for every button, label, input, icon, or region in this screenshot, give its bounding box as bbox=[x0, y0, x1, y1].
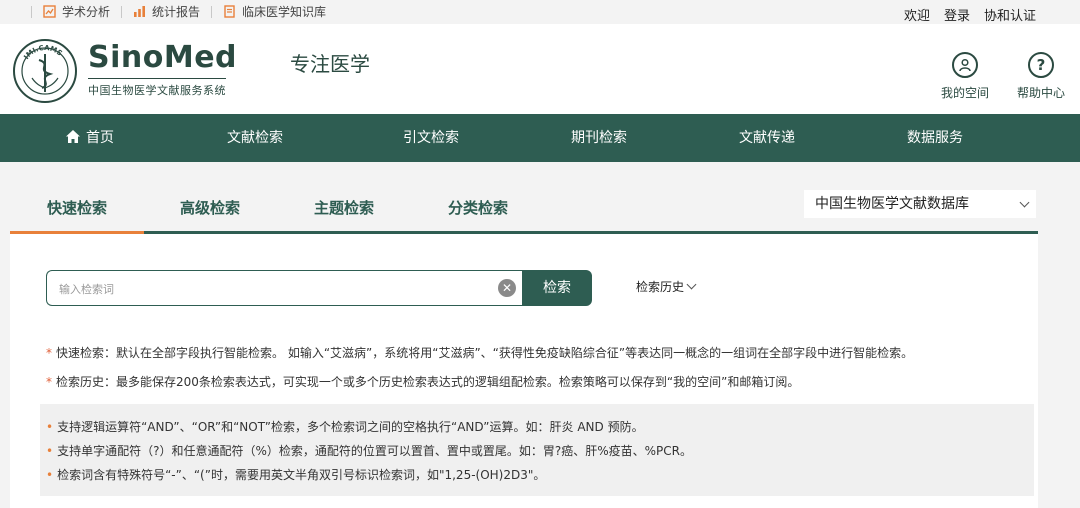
nav-item-journal[interactable]: 期刊检索 bbox=[571, 114, 627, 162]
bullet-icon: • bbox=[46, 444, 54, 458]
note-text: 检索历史：最多能保存200条检索表达式，可实现一个或多个历史检索表达式的逻辑组配… bbox=[56, 375, 800, 389]
search-button[interactable]: 检索 bbox=[522, 270, 592, 306]
divider bbox=[88, 78, 226, 79]
tip-text: 检索词含有特殊符号“-”、“(”时，需要用英文半角双引号标识检索词，如"1,25… bbox=[57, 468, 546, 482]
search-box: ✕ bbox=[46, 270, 524, 306]
bullet-icon: • bbox=[46, 420, 54, 434]
tip-item: • 检索词含有特殊符号“-”、“(”时，需要用英文半角双引号标识检索词，如"1,2… bbox=[46, 466, 545, 483]
nav-item-citation[interactable]: 引文检索 bbox=[403, 114, 459, 162]
home-icon bbox=[66, 130, 80, 143]
note-search-history: * 检索历史：最多能保存200条检索表达式，可实现一个或多个历史检索表达式的逻辑组… bbox=[46, 373, 799, 390]
document-icon bbox=[224, 5, 235, 18]
nav-item-delivery[interactable]: 文献传递 bbox=[739, 114, 795, 162]
database-select-value: 中国生物医学文献数据库 bbox=[815, 196, 969, 212]
brand-name: SinoMed bbox=[88, 40, 238, 75]
chevron-down-icon bbox=[686, 279, 697, 290]
help-center-label: 帮助中心 bbox=[1016, 86, 1065, 100]
tab-quick-search[interactable]: 快速检索 bbox=[10, 186, 144, 234]
statistics-report-link[interactable]: 统计报告 bbox=[133, 3, 200, 20]
svg-text:IMI.CAMS: IMI.CAMS bbox=[22, 44, 63, 61]
academic-analysis-link[interactable]: 学术分析 bbox=[43, 3, 110, 20]
nav-item-data-service[interactable]: 数据服务 bbox=[907, 114, 963, 162]
tip-text: 支持逻辑运算符“AND”、“OR”和“NOT”检索，多个检索词之间的空格执行“A… bbox=[57, 420, 644, 434]
academic-analysis-label: 学术分析 bbox=[62, 5, 111, 19]
clear-icon[interactable]: ✕ bbox=[498, 279, 516, 297]
tip-item: • 支持逻辑运算符“AND”、“OR”和“NOT”检索，多个检索词之间的空格执行“… bbox=[46, 418, 644, 435]
asterisk-icon: * bbox=[46, 375, 52, 389]
statistics-report-label: 统计报告 bbox=[152, 5, 201, 19]
nav-item-literature[interactable]: 文献检索 bbox=[227, 114, 283, 162]
login-link[interactable]: 登录 bbox=[944, 5, 970, 24]
search-history-toggle[interactable]: 检索历史 bbox=[636, 278, 697, 295]
nav-item-home[interactable]: 首页 bbox=[66, 114, 114, 162]
user-icon bbox=[952, 52, 978, 78]
help-icon: ? bbox=[1028, 52, 1054, 78]
top-links: 学术分析 统计报告 临床医学知识库 bbox=[20, 3, 326, 20]
search-tips-box: • 支持逻辑运算符“AND”、“OR”和“NOT”检索，多个检索词之间的空格执行“… bbox=[40, 404, 1034, 496]
main-nav: 首页 文献检索 引文检索 期刊检索 文献传递 数据服务 bbox=[0, 114, 1080, 162]
union-auth-link[interactable]: 协和认证 bbox=[984, 5, 1036, 24]
search-history-label: 检索历史 bbox=[636, 280, 685, 294]
tab-advanced-search[interactable]: 高级检索 bbox=[143, 186, 277, 231]
chevron-down-icon bbox=[1019, 197, 1030, 208]
my-space-button[interactable]: 我的空间 bbox=[935, 52, 995, 101]
nav-item-label: 首页 bbox=[86, 130, 114, 146]
clinical-knowledge-link[interactable]: 临床医学知识库 bbox=[223, 3, 326, 20]
my-space-label: 我的空间 bbox=[940, 86, 989, 100]
divider bbox=[211, 5, 213, 18]
database-select[interactable]: 中国生物医学文献数据库 bbox=[804, 190, 1036, 218]
tab-classification-search[interactable]: 分类检索 bbox=[411, 186, 545, 231]
logo-seal-icon: IMI.CAMS bbox=[13, 39, 77, 103]
tab-subject-search[interactable]: 主题检索 bbox=[277, 186, 411, 231]
asterisk-icon: * bbox=[46, 346, 52, 360]
slogan: 专注医学 bbox=[290, 52, 370, 76]
user-links: 欢迎 登录 协和认证 bbox=[904, 5, 1036, 24]
bullet-icon: • bbox=[46, 468, 54, 482]
divider bbox=[121, 5, 123, 18]
header: IMI.CAMS SinoMed 中国生物医学文献服务系统 专注医学 我的空间 … bbox=[0, 24, 1080, 114]
search-panel: ✕ 检索 检索历史 * 快速检索：默认在全部字段执行智能检索。 如输入“艾滋病”，… bbox=[10, 234, 1038, 508]
clinical-knowledge-label: 临床医学知识库 bbox=[242, 5, 327, 19]
note-quick-search: * 快速检索：默认在全部字段执行智能检索。 如输入“艾滋病”，系统将用“艾滋病”、… bbox=[46, 344, 913, 361]
bar-chart-icon bbox=[134, 6, 146, 17]
top-bar: 学术分析 统计报告 临床医学知识库 欢迎 登录 协和认证 bbox=[0, 0, 1080, 24]
tip-item: • 支持单字通配符（?）和任意通配符（%）检索，通配符的位置可以置首、置中或置尾。… bbox=[46, 442, 692, 459]
brand-subtitle: 中国生物医学文献服务系统 bbox=[88, 84, 226, 97]
tip-text: 支持单字通配符（?）和任意通配符（%）检索，通配符的位置可以置首、置中或置尾。如… bbox=[57, 444, 692, 458]
welcome-text: 欢迎 bbox=[903, 9, 930, 24]
note-text: 快速检索：默认在全部字段执行智能检索。 如输入“艾滋病”，系统将用“艾滋病”、“… bbox=[56, 346, 914, 360]
help-center-button[interactable]: ? 帮助中心 bbox=[1011, 52, 1071, 101]
analysis-icon bbox=[43, 5, 56, 18]
search-input[interactable] bbox=[59, 280, 489, 298]
divider bbox=[31, 5, 32, 18]
